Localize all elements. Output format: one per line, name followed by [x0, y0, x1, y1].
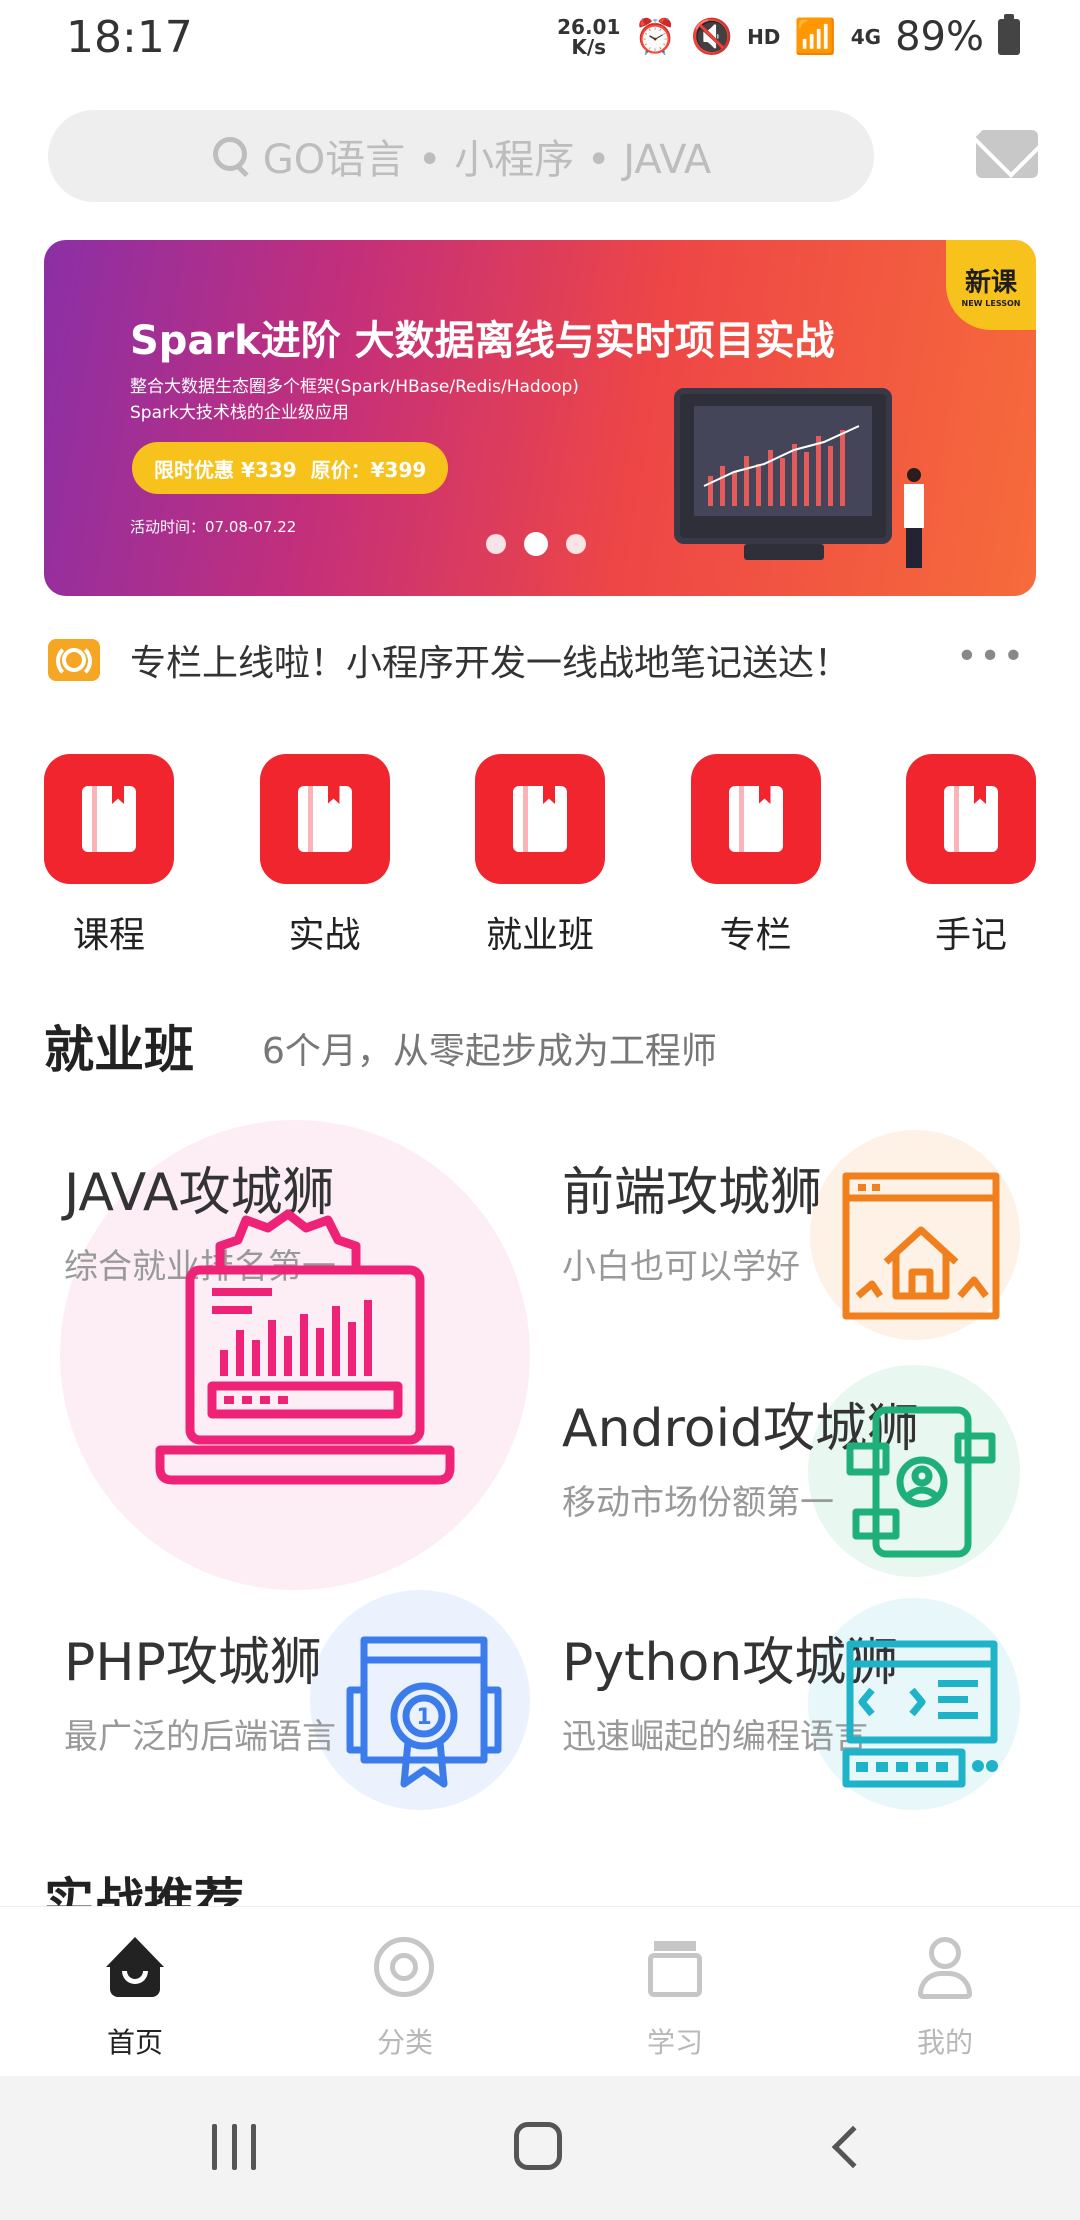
home-icon — [102, 1937, 168, 2001]
tab-home[interactable]: 首页 — [0, 1907, 270, 2076]
job-card-frontend[interactable]: 前端攻城狮 小白也可以学好 — [562, 1150, 822, 1288]
mail-icon[interactable] — [976, 130, 1038, 178]
category-career-class[interactable]: 就业班 — [475, 754, 605, 958]
banner-date: 活动时间：07.08-07.22 — [130, 518, 297, 536]
category-grid: 课程 实战 就业班 专栏 手记 — [44, 754, 1036, 958]
battery-percent: 89% — [895, 14, 984, 60]
carousel-dot[interactable] — [486, 534, 506, 554]
tab-learn[interactable]: 学习 — [540, 1907, 810, 2076]
book-icon — [475, 754, 605, 884]
banner-subtitle-1: 整合大数据生态圈多个框架(Spark/HBase/Redis/Hadoop) — [130, 377, 579, 397]
mobile-profile-icon — [846, 1406, 996, 1558]
recent-apps-icon[interactable] — [212, 2124, 256, 2170]
banner-title: Spark进阶 大数据离线与实时项目实战 — [130, 318, 835, 364]
network-speed: 26.01 K/s — [557, 15, 621, 59]
person-illustration — [902, 468, 926, 568]
system-navigation-bar — [0, 2076, 1080, 2220]
category-courses[interactable]: 课程 — [44, 754, 174, 958]
target-icon — [372, 1937, 438, 2001]
category-practice[interactable]: 实战 — [259, 754, 390, 958]
hd-label: HD — [747, 25, 781, 49]
search-bar[interactable]: GO语言 • 小程序 • JAVA — [48, 110, 874, 202]
book-icon — [44, 754, 174, 884]
svg-text:1: 1 — [416, 1705, 431, 1730]
announcement-bar[interactable]: 专栏上线啦！小程序开发一线战地笔记送达！ ••• — [48, 636, 1040, 684]
more-icon[interactable]: ••• — [956, 636, 1026, 677]
carousel-dot-active[interactable] — [524, 532, 548, 556]
user-icon — [912, 1937, 978, 2001]
network-type: 4G — [850, 25, 882, 49]
search-placeholder: GO语言 • 小程序 • JAVA — [262, 137, 712, 183]
chart-illustration — [703, 425, 860, 506]
job-card-php[interactable]: PHP攻城狮 最广泛的后端语言 — [64, 1620, 336, 1758]
book-icon — [690, 754, 821, 884]
tab-category[interactable]: 分类 — [270, 1907, 540, 2076]
code-keyboard-icon — [842, 1640, 998, 1788]
announcement-text: 专栏上线啦！小程序开发一线战地笔记送达！ — [130, 643, 851, 684]
book-icon — [906, 754, 1036, 884]
section-subtitle: 6个月，从零起步成为工程师 — [262, 1031, 717, 1072]
broadcast-icon — [48, 639, 100, 681]
category-notes[interactable]: 手记 — [906, 754, 1036, 958]
status-icons: 26.01 K/s ⏰ 🔇 HD 📶 4G 89% — [557, 14, 1020, 60]
battery-icon — [998, 14, 1020, 55]
carousel-dot[interactable] — [566, 534, 586, 554]
carousel-dots — [486, 532, 586, 556]
alarm-icon: ⏰ — [634, 17, 677, 57]
section-title: 就业班 — [44, 1021, 194, 1079]
new-lesson-badge: 新课 NEW LESSON — [946, 240, 1036, 330]
certificate-award-icon: 1 — [346, 1636, 502, 1788]
stack-icon — [642, 1937, 708, 2001]
banner-promo-tag: 限时优惠 ¥339 原价：¥399 — [132, 442, 449, 494]
status-bar: 18:17 26.01 K/s ⏰ 🔇 HD 📶 4G 89% — [0, 0, 1080, 80]
tab-profile[interactable]: 我的 — [810, 1907, 1080, 2076]
category-column[interactable]: 专栏 — [690, 754, 821, 958]
mute-icon: 🔇 — [690, 17, 734, 57]
book-icon — [259, 754, 390, 884]
bottom-tab-bar: 首页 分类 学习 我的 — [0, 1906, 1080, 2076]
wifi-icon: 📶 — [794, 17, 837, 57]
laptop-chart-icon — [155, 1210, 455, 1485]
search-icon — [211, 135, 253, 177]
original-price: 原价：¥399 — [310, 457, 427, 482]
status-time: 18:17 — [66, 12, 193, 63]
home-button-icon[interactable] — [514, 2122, 562, 2170]
back-icon[interactable] — [831, 2125, 875, 2169]
banner-subtitle-2: Spark大技术栈的企业级应用 — [130, 403, 349, 423]
webpage-home-icon — [842, 1172, 1000, 1320]
promo-banner[interactable]: Spark进阶 大数据离线与实时项目实战 整合大数据生态圈多个框架(Spark/… — [44, 240, 1036, 596]
monitor-illustration — [674, 388, 892, 544]
promo-price: 限时优惠 ¥339 — [154, 457, 297, 482]
